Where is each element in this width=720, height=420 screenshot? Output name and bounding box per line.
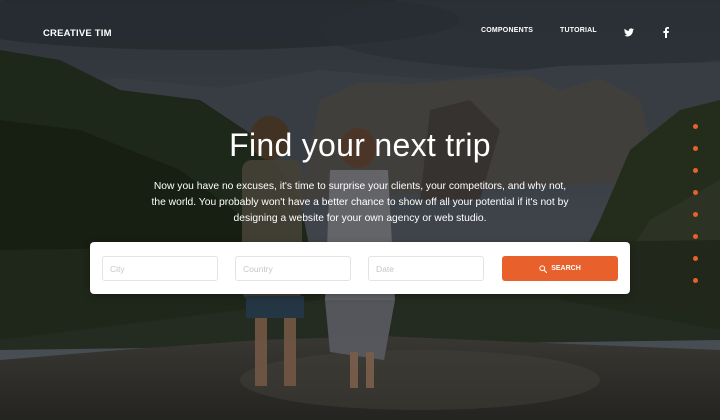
country-input[interactable] bbox=[235, 256, 351, 281]
facebook-icon[interactable] bbox=[659, 25, 673, 39]
hero-title: Find your next trip bbox=[229, 127, 491, 163]
pagination-dot[interactable] bbox=[693, 256, 698, 261]
date-input[interactable] bbox=[368, 256, 484, 281]
twitter-icon[interactable] bbox=[622, 25, 636, 39]
hero-subtitle: Now you have no excuses, it's time to su… bbox=[151, 181, 569, 224]
pagination-dot[interactable] bbox=[693, 234, 698, 239]
search-icon bbox=[539, 264, 548, 273]
pagination-dot[interactable] bbox=[693, 278, 698, 283]
pagination-dot[interactable] bbox=[693, 168, 698, 173]
city-input[interactable] bbox=[102, 256, 218, 281]
pagination-dot[interactable] bbox=[693, 146, 698, 151]
navbar: CREATIVE TIM COMPONENTS TUTORIAL bbox=[0, 0, 720, 64]
search-button[interactable]: SEARCH bbox=[502, 256, 618, 281]
pagination-dot[interactable] bbox=[693, 212, 698, 217]
nav-link-tutorial[interactable]: TUTORIAL bbox=[560, 27, 597, 34]
brand-logo[interactable]: CREATIVE TIM bbox=[43, 28, 112, 39]
pagination-dot[interactable] bbox=[693, 124, 698, 129]
nav-link-components[interactable]: COMPONENTS bbox=[481, 27, 533, 34]
hero-section: CREATIVE TIM COMPONENTS TUTORIAL Find yo… bbox=[0, 0, 720, 420]
pagination-dot[interactable] bbox=[693, 190, 698, 195]
search-card: SEARCH bbox=[90, 242, 630, 294]
search-button-label: SEARCH bbox=[551, 265, 581, 272]
